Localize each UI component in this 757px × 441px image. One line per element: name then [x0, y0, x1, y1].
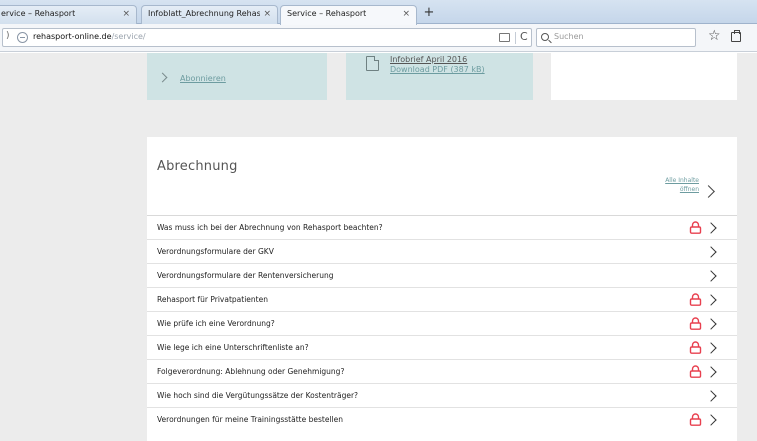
faq-item-label: Wie prüfe ich eine Verordnung?	[157, 319, 275, 328]
reload-icon[interactable]: C	[520, 30, 528, 43]
infobrief-title[interactable]: Infobrief April 2016	[390, 55, 467, 64]
lock-icon	[689, 293, 702, 306]
document-icon	[366, 56, 379, 71]
search-placeholder: Suchen	[554, 32, 584, 41]
tab-label: Infoblatt_Abrechnung Rehaspo...	[148, 9, 260, 18]
faq-item[interactable]: Verordnungsformulare der GKV	[147, 239, 737, 263]
chevron-right-icon[interactable]	[705, 222, 717, 234]
lock-icon	[689, 413, 702, 426]
tab-service-rehasport-1[interactable]: ervice – Rehasport ×	[0, 5, 137, 24]
faq-item[interactable]: Was muss ich bei der Abrechnung von Reha…	[147, 215, 737, 239]
back-arrow-icon[interactable]: )	[6, 31, 10, 41]
search-icon	[541, 33, 549, 41]
chevron-right-icon[interactable]	[705, 342, 717, 354]
tab-close-icon[interactable]: ×	[263, 9, 271, 19]
faq-item-label: Folgeverordnung: Ablehnung oder Genehmig…	[157, 367, 345, 376]
chevron-right-icon[interactable]	[705, 270, 717, 282]
address-bar[interactable]: ) rehasport-online.de/service/ C	[2, 28, 532, 47]
faq-item[interactable]: Wie hoch sind die Vergütungssätze der Ko…	[147, 383, 737, 407]
tab-label: ervice – Rehasport	[1, 9, 76, 18]
faq-item[interactable]: Wie prüfe ich eine Verordnung?	[147, 311, 737, 335]
bookmark-star-icon[interactable]: ☆	[708, 28, 721, 44]
chevron-right-icon[interactable]	[705, 318, 717, 330]
faq-item[interactable]: Verordnungen für meine Trainingsstätte b…	[147, 407, 737, 431]
section-title: Abrechnung	[157, 159, 238, 174]
url-separator	[515, 32, 516, 44]
faq-item-label: Was muss ich bei der Abrechnung von Reha…	[157, 223, 383, 232]
expand-all-chevron-icon[interactable]	[702, 185, 715, 198]
faq-item[interactable]: Wie lege ich eine Unterschriftenliste an…	[147, 335, 737, 359]
expand-all-line2: öffnen	[679, 186, 699, 193]
chevron-right-icon[interactable]	[705, 246, 717, 258]
download-pdf-link[interactable]: Download PDF (387 kB)	[390, 65, 485, 74]
browser-nav-bar: ) rehasport-online.de/service/ C Suchen …	[0, 24, 757, 52]
chevron-right-icon[interactable]	[705, 366, 717, 378]
faq-list: Was muss ich bei der Abrechnung von Reha…	[147, 215, 737, 431]
tab-infoblatt[interactable]: Infoblatt_Abrechnung Rehaspo... ×	[141, 5, 278, 24]
newsletter-card: Abonnieren	[147, 53, 327, 100]
expand-all-link[interactable]: Alle Inhalte öffnen	[665, 176, 699, 194]
new-tab-button[interactable]: +	[418, 5, 440, 23]
tab-label: Service – Rehasport	[287, 9, 367, 18]
lock-icon	[689, 221, 702, 234]
search-input[interactable]: Suchen	[536, 28, 696, 47]
page-content: Abonnieren Infobrief April 2016 Download…	[0, 53, 757, 441]
tab-close-icon[interactable]: ×	[402, 9, 410, 19]
faq-item-label: Verordnungen für meine Trainingsstätte b…	[157, 415, 343, 424]
url-path: /service/	[111, 32, 146, 41]
chevron-right-icon	[157, 72, 168, 83]
infobrief-card: Infobrief April 2016 Download PDF (387 k…	[346, 53, 533, 100]
url-text[interactable]: rehasport-online.de/service/	[33, 32, 146, 41]
abrechnung-section: Abrechnung Alle Inhalte öffnen Was muss …	[147, 137, 737, 441]
tab-service-rehasport-active[interactable]: Service – Rehasport ×	[280, 5, 417, 25]
reader-view-icon[interactable]	[499, 33, 510, 42]
chevron-right-icon[interactable]	[705, 294, 717, 306]
faq-item[interactable]: Verordnungsformulare der Rentenversicher…	[147, 263, 737, 287]
lock-icon	[689, 365, 702, 378]
subscribe-link[interactable]: Abonnieren	[180, 74, 226, 83]
faq-item-label: Rehasport für Privatpatienten	[157, 295, 268, 304]
faq-item-label: Wie lege ich eine Unterschriftenliste an…	[157, 343, 309, 352]
faq-item-label: Wie hoch sind die Vergütungssätze der Ko…	[157, 391, 359, 400]
faq-item[interactable]: Folgeverordnung: Ablehnung oder Genehmig…	[147, 359, 737, 383]
faq-item-label: Verordnungsformulare der GKV	[157, 247, 274, 256]
site-identity-icon[interactable]	[17, 32, 28, 43]
lock-icon	[689, 341, 702, 354]
chevron-right-icon[interactable]	[705, 414, 717, 426]
chevron-right-icon[interactable]	[705, 390, 717, 402]
scroll-gutter	[743, 53, 757, 441]
url-domain: rehasport-online.de	[33, 32, 112, 41]
expand-all-line1: Alle Inhalte	[665, 177, 699, 184]
faq-item-label: Verordnungsformulare der Rentenversicher…	[157, 271, 334, 280]
lock-icon	[689, 317, 702, 330]
faq-item[interactable]: Rehasport für Privatpatienten	[147, 287, 737, 311]
library-icon[interactable]	[731, 30, 741, 42]
tab-close-icon[interactable]: ×	[122, 9, 130, 19]
browser-tab-strip: ervice – Rehasport × Infoblatt_Abrechnun…	[0, 0, 757, 25]
side-card	[551, 53, 737, 100]
